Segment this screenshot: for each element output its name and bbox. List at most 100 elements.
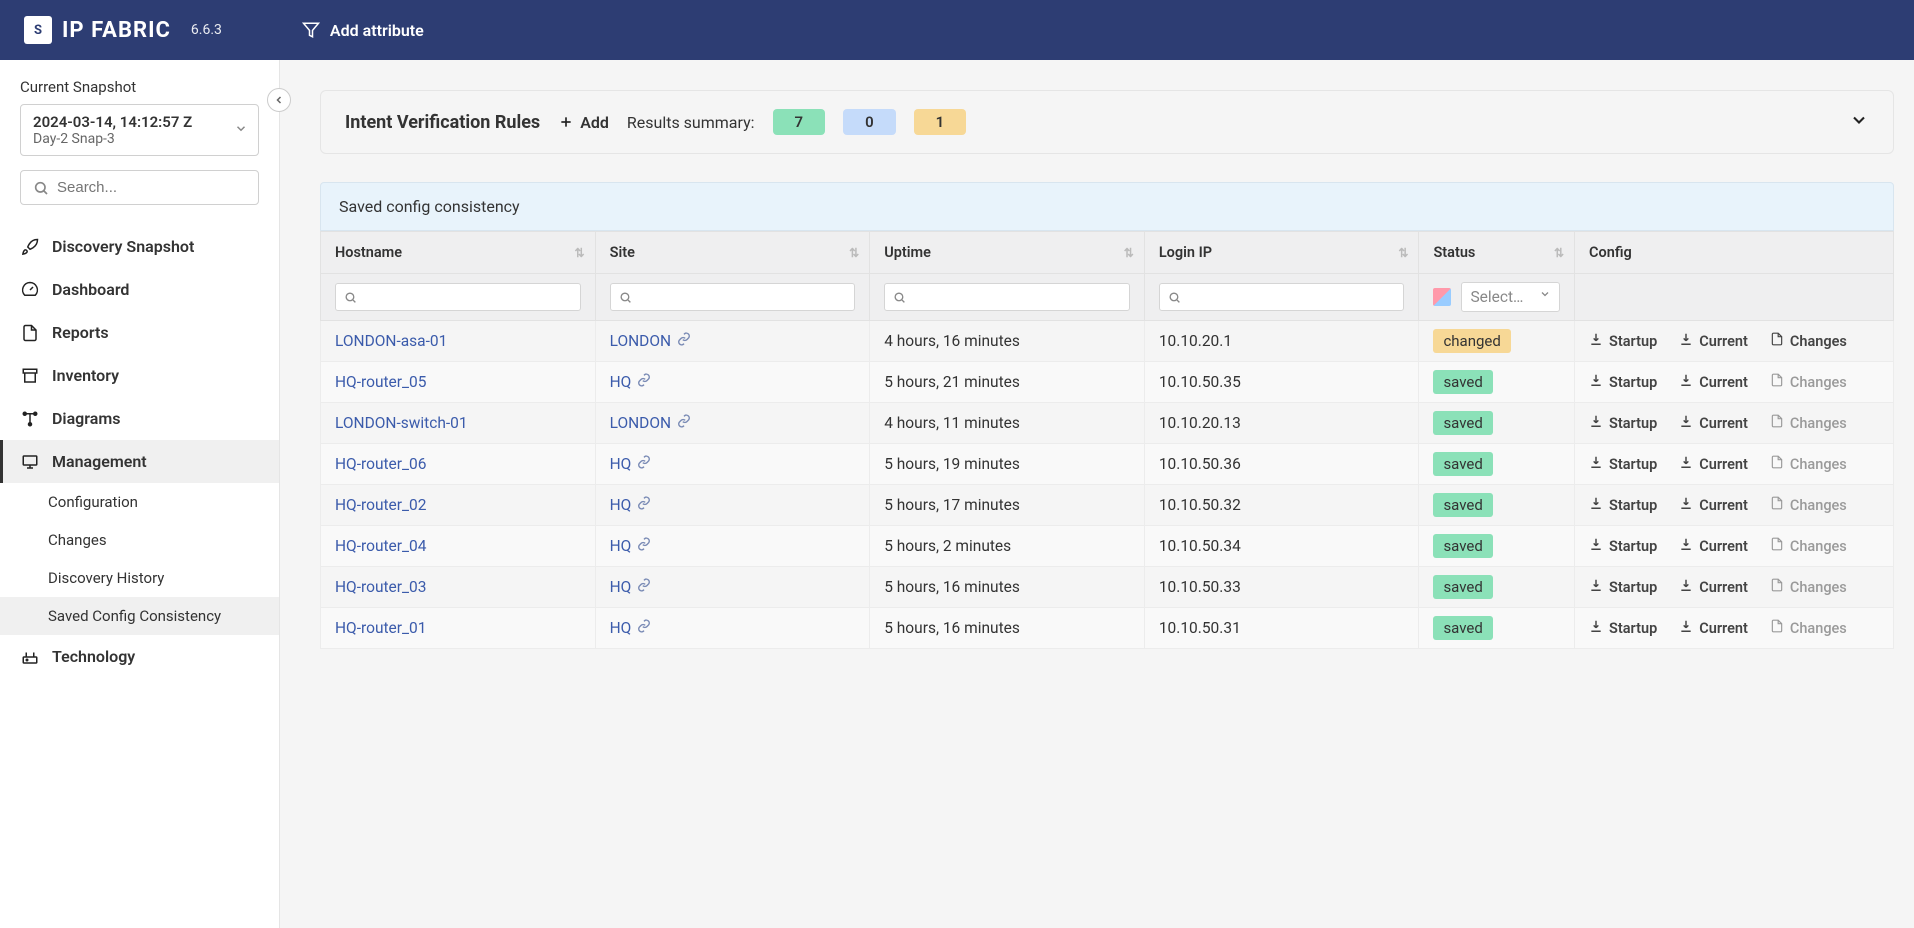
site-link[interactable]: HQ: [610, 373, 652, 391]
app-version: 6.6.3: [191, 22, 222, 38]
current-config-link[interactable]: Current: [1679, 578, 1748, 596]
site-link[interactable]: HQ: [610, 537, 652, 555]
login-ip-cell: 10.10.50.35: [1144, 362, 1419, 403]
site-filter[interactable]: [610, 283, 856, 311]
sidebar-item-technology[interactable]: Technology: [0, 635, 279, 678]
add-attribute-button[interactable]: Add attribute: [302, 21, 424, 40]
sidebar-item-discovery-snapshot[interactable]: Discovery Snapshot: [0, 225, 279, 268]
uptime-cell: 5 hours, 2 minutes: [870, 526, 1145, 567]
logo[interactable]: S IP FABRIC 6.6.3: [24, 16, 222, 44]
current-config-link[interactable]: Current: [1679, 619, 1748, 637]
col-uptime[interactable]: Uptime⇅: [870, 232, 1145, 274]
startup-config-link[interactable]: Startup: [1589, 373, 1657, 391]
file-icon: [1770, 537, 1784, 555]
startup-config-link[interactable]: Startup: [1589, 619, 1657, 637]
download-icon: [1589, 619, 1603, 637]
col-status[interactable]: Status⇅: [1419, 232, 1575, 274]
nodes-icon: [20, 410, 40, 428]
changes-config-link[interactable]: Changes: [1770, 373, 1847, 391]
site-link[interactable]: LONDON: [610, 332, 691, 350]
startup-config-link[interactable]: Startup: [1589, 537, 1657, 555]
sidebar-subitem-changes[interactable]: Changes: [0, 521, 279, 559]
site-link[interactable]: HQ: [610, 578, 652, 596]
changes-config-link[interactable]: Changes: [1770, 496, 1847, 514]
sidebar-search[interactable]: [20, 170, 259, 205]
uptime-cell: 5 hours, 16 minutes: [870, 567, 1145, 608]
sidebar-subitem-configuration[interactable]: Configuration: [0, 483, 279, 521]
sidebar-item-diagrams[interactable]: Diagrams: [0, 397, 279, 440]
hostname-link[interactable]: HQ-router_05: [335, 373, 426, 391]
sidebar-collapse-button[interactable]: [267, 88, 291, 112]
login-ip-filter[interactable]: [1159, 283, 1405, 311]
sort-icon: ⇅: [575, 246, 585, 260]
uptime-filter[interactable]: [884, 283, 1130, 311]
hostname-link[interactable]: LONDON-switch-01: [335, 414, 468, 432]
startup-config-link[interactable]: Startup: [1589, 455, 1657, 473]
startup-config-link[interactable]: Startup: [1589, 496, 1657, 514]
login-ip-cell: 10.10.50.33: [1144, 567, 1419, 608]
sidebar-subitem-discovery-history[interactable]: Discovery History: [0, 559, 279, 597]
search-icon: [1168, 291, 1181, 304]
login-ip-cell: 10.10.20.1: [1144, 321, 1419, 362]
table-row: HQ-router_04HQ 5 hours, 2 minutes10.10.5…: [321, 526, 1894, 567]
startup-config-link[interactable]: Startup: [1589, 332, 1657, 350]
hostname-link[interactable]: HQ-router_06: [335, 455, 426, 473]
sort-icon: ⇅: [1554, 246, 1564, 260]
summary-amber-pill[interactable]: 1: [914, 109, 967, 135]
summary-green-pill[interactable]: 7: [773, 109, 826, 135]
sidebar-item-label: Technology: [52, 647, 135, 666]
status-filter[interactable]: Select…: [1433, 282, 1560, 312]
hostname-link[interactable]: HQ-router_01: [335, 619, 426, 637]
sidebar-item-inventory[interactable]: Inventory: [0, 354, 279, 397]
sidebar-nav: Discovery Snapshot Dashboard Reports Inv…: [0, 225, 279, 678]
gauge-icon: [20, 281, 40, 299]
changes-config-link[interactable]: Changes: [1770, 619, 1847, 637]
hostname-link[interactable]: HQ-router_03: [335, 578, 426, 596]
link-icon: [637, 578, 651, 596]
changes-config-link[interactable]: Changes: [1770, 578, 1847, 596]
chevron-down-icon: [1539, 288, 1551, 300]
startup-config-link[interactable]: Startup: [1589, 578, 1657, 596]
login-ip-cell: 10.10.20.13: [1144, 403, 1419, 444]
current-config-link[interactable]: Current: [1679, 414, 1748, 432]
sidebar-item-dashboard[interactable]: Dashboard: [0, 268, 279, 311]
col-hostname[interactable]: Hostname⇅: [321, 232, 596, 274]
download-icon: [1589, 537, 1603, 555]
sidebar-item-reports[interactable]: Reports: [0, 311, 279, 354]
site-link[interactable]: HQ: [610, 496, 652, 514]
add-rule-button[interactable]: Add: [558, 113, 609, 132]
snapshot-date: 2024-03-14, 14:12:57 Z: [33, 113, 246, 131]
download-icon: [1679, 496, 1693, 514]
changes-config-link[interactable]: Changes: [1770, 537, 1847, 555]
site-link[interactable]: LONDON: [610, 414, 691, 432]
hostname-link[interactable]: LONDON-asa-01: [335, 332, 447, 350]
current-config-link[interactable]: Current: [1679, 537, 1748, 555]
site-link[interactable]: HQ: [610, 455, 652, 473]
summary-blue-pill[interactable]: 0: [843, 109, 896, 135]
sidebar-item-management[interactable]: Management: [0, 440, 279, 483]
filter-icon: [302, 21, 320, 39]
current-config-link[interactable]: Current: [1679, 455, 1748, 473]
snapshot-selector[interactable]: 2024-03-14, 14:12:57 Z Day-2 Snap-3: [20, 104, 259, 156]
sidebar-subitem-saved-config-consistency[interactable]: Saved Config Consistency: [0, 597, 279, 635]
hostname-link[interactable]: HQ-router_02: [335, 496, 426, 514]
hostname-link[interactable]: HQ-router_04: [335, 537, 426, 555]
current-config-link[interactable]: Current: [1679, 496, 1748, 514]
changes-config-link[interactable]: Changes: [1770, 455, 1847, 473]
table-title: Saved config consistency: [320, 182, 1894, 231]
search-input[interactable]: [57, 179, 256, 196]
status-badge: saved: [1433, 452, 1492, 476]
download-icon: [1589, 455, 1603, 473]
panel-toggle-button[interactable]: [1849, 110, 1869, 134]
app-name: IP FABRIC: [62, 18, 171, 43]
status-badge: changed: [1433, 329, 1510, 353]
hostname-filter[interactable]: [335, 283, 581, 311]
current-config-link[interactable]: Current: [1679, 332, 1748, 350]
changes-config-link[interactable]: Changes: [1770, 332, 1847, 350]
site-link[interactable]: HQ: [610, 619, 652, 637]
startup-config-link[interactable]: Startup: [1589, 414, 1657, 432]
col-site[interactable]: Site⇅: [595, 232, 870, 274]
current-config-link[interactable]: Current: [1679, 373, 1748, 391]
col-login-ip[interactable]: Login IP⇅: [1144, 232, 1419, 274]
changes-config-link[interactable]: Changes: [1770, 414, 1847, 432]
